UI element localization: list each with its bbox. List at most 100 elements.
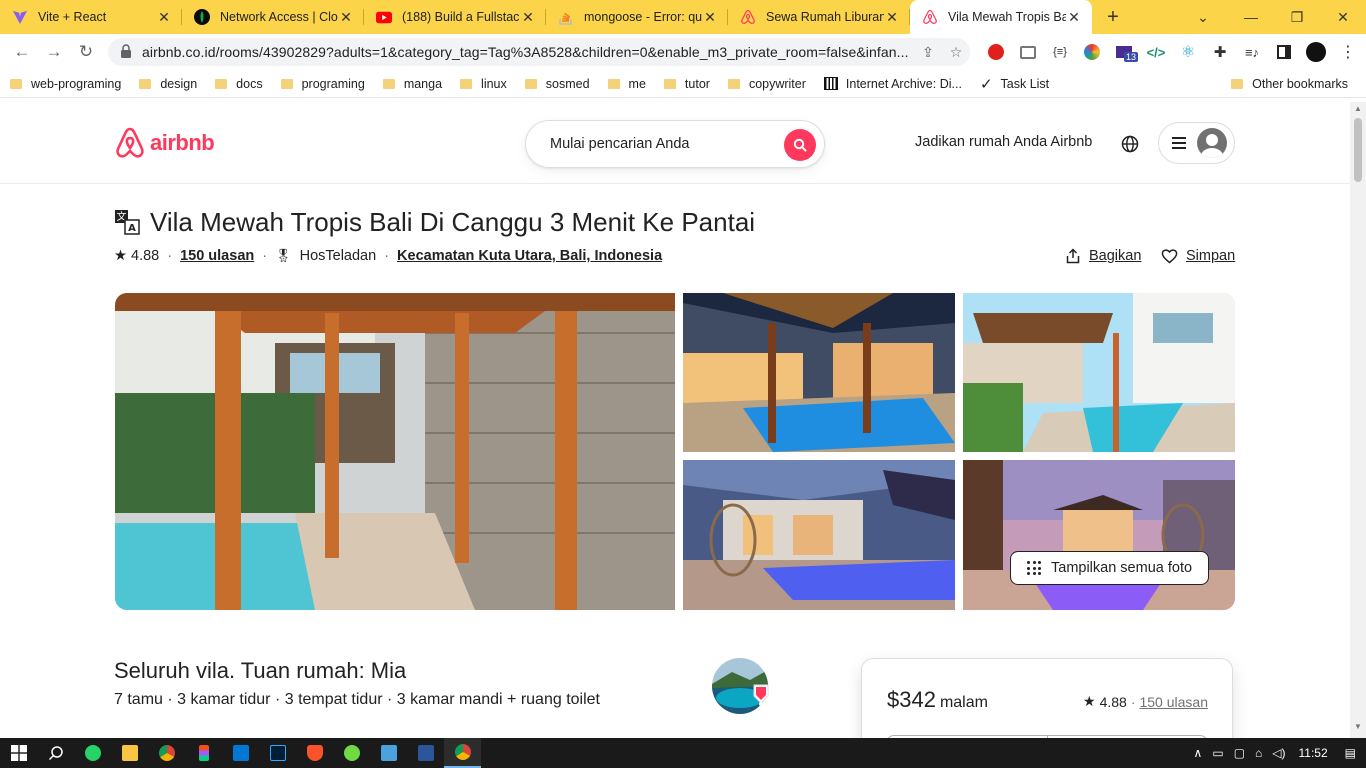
puzzle-extensions-icon[interactable]: ✚ xyxy=(1204,38,1236,66)
airbnb-icon xyxy=(922,9,938,25)
code-ext-icon[interactable]: </> xyxy=(1140,38,1172,66)
airbnb-logo[interactable]: airbnb xyxy=(114,126,215,160)
minimize-button[interactable]: — xyxy=(1228,0,1274,34)
url-text[interactable]: airbnb.co.id/rooms/43902829?adults=1&cat… xyxy=(142,44,914,60)
colorful-ext-icon[interactable] xyxy=(1076,38,1108,66)
json-ext-icon[interactable]: {≡} xyxy=(1044,38,1076,66)
gallery-photo[interactable] xyxy=(683,293,955,452)
chevron-up-icon[interactable]: ∧ xyxy=(1194,746,1203,760)
close-icon[interactable]: ✕ xyxy=(884,9,900,26)
whatsapp-icon[interactable] xyxy=(74,738,111,768)
gallery-photo[interactable] xyxy=(963,293,1235,452)
show-all-photos-button[interactable]: Tampilkan semua foto xyxy=(1010,551,1210,585)
word-icon[interactable] xyxy=(407,738,444,768)
photoshop-icon[interactable] xyxy=(259,738,296,768)
main-photo[interactable] xyxy=(115,293,675,610)
tab-youtube[interactable]: (188) Build a Fullstack ✕ xyxy=(364,0,546,34)
system-tray: ∧ ▭ ▢ ⌂ ◁) 11:52 ▤ xyxy=(1189,738,1366,768)
bookmark-star-icon[interactable]: ☆ xyxy=(942,44,970,61)
tab-search-icon[interactable]: ⌄ xyxy=(1180,0,1226,34)
scrollbar-thumb[interactable] xyxy=(1354,118,1362,182)
address-bar[interactable]: airbnb.co.id/rooms/43902829?adults=1&cat… xyxy=(108,38,970,66)
figma-icon[interactable] xyxy=(185,738,222,768)
forward-button[interactable]: → xyxy=(38,36,70,68)
location-link[interactable]: Kecamatan Kuta Utara, Bali, Indonesia xyxy=(397,248,662,264)
tab-title: Vite + React xyxy=(38,10,107,24)
bookmark-folder[interactable]: programing xyxy=(271,70,371,98)
volume-icon[interactable]: ◁) xyxy=(1272,746,1285,760)
chrome-icon[interactable] xyxy=(148,738,185,768)
globe-icon[interactable] xyxy=(1119,133,1141,155)
other-bookmarks[interactable]: Other bookmarks xyxy=(1221,70,1354,98)
tab-vite[interactable]: Vite + React ✕ xyxy=(0,0,182,34)
bookmark-internet-archive[interactable]: Internet Archive: Di... xyxy=(814,70,968,98)
chrome-active-icon[interactable] xyxy=(444,738,481,768)
folder-icon xyxy=(460,78,473,89)
bookmark-folder[interactable]: me xyxy=(598,70,652,98)
gallery-photo[interactable] xyxy=(963,460,1235,610)
bookmark-folder[interactable]: linux xyxy=(450,70,513,98)
file-explorer-icon[interactable] xyxy=(111,738,148,768)
bookmark-folder[interactable]: web-programing xyxy=(0,70,127,98)
tab-title: Vila Mewah Tropis Bal xyxy=(948,10,1066,24)
network-icon[interactable]: ⌂ xyxy=(1255,746,1262,760)
bookmark-folder[interactable]: manga xyxy=(373,70,448,98)
tab-airbnb-listing[interactable]: Vila Mewah Tropis Bal ✕ xyxy=(910,0,1092,34)
reviews-link[interactable]: 150 ulasan xyxy=(180,248,254,264)
superhost-icon: 🎖 xyxy=(275,248,292,263)
upwork-icon[interactable] xyxy=(333,738,370,768)
new-tab-button[interactable]: + xyxy=(1098,6,1128,29)
notifications-icon[interactable]: ▤ xyxy=(1345,746,1356,760)
tab-airbnb-search[interactable]: Sewa Rumah Liburan ✕ xyxy=(728,0,910,34)
browser-menu-icon[interactable]: ⋮ xyxy=(1332,38,1364,66)
search-bar[interactable]: Mulai pencarian Anda xyxy=(525,120,825,168)
control-panel-icon[interactable] xyxy=(370,738,407,768)
listing-title: Vila Mewah Tropis Bali Di Canggu 3 Menit… xyxy=(150,207,756,237)
react-devtools-icon[interactable]: ⚛ xyxy=(1172,38,1204,66)
side-panel-icon[interactable] xyxy=(1268,38,1300,66)
brave-icon[interactable] xyxy=(296,738,333,768)
graduation-ext-icon[interactable]: 13 xyxy=(1108,38,1140,66)
windows-start-icon[interactable] xyxy=(0,738,37,768)
heart-icon xyxy=(1161,249,1178,264)
screenshot-ext-icon[interactable] xyxy=(1012,38,1044,66)
gallery-photo[interactable] xyxy=(683,460,955,610)
media-control-icon[interactable]: ≡♪ xyxy=(1236,38,1268,66)
become-host-link[interactable]: Jadikan rumah Anda Airbnb xyxy=(915,134,1092,150)
lock-icon[interactable] xyxy=(120,43,132,61)
back-button[interactable]: ← xyxy=(6,36,38,68)
booking-reviews-link[interactable]: 150 ulasan xyxy=(1139,694,1208,710)
page-scrollbar[interactable]: ▲ ▼ xyxy=(1350,102,1366,738)
bookmark-task-list[interactable]: ✓ Task List xyxy=(970,70,1055,98)
search-icon[interactable] xyxy=(37,738,74,768)
save-button[interactable]: Simpan xyxy=(1161,248,1235,264)
display-icon[interactable]: ▢ xyxy=(1234,746,1245,760)
bookmark-folder[interactable]: sosmed xyxy=(515,70,596,98)
restore-button[interactable]: ❐ xyxy=(1274,0,1320,34)
battery-icon[interactable]: ▭ xyxy=(1212,746,1223,760)
reload-button[interactable]: ↻ xyxy=(70,36,102,68)
tab-stackoverflow[interactable]: mongoose - Error: que ✕ xyxy=(546,0,728,34)
folder-icon xyxy=(524,78,537,89)
adblock-icon[interactable] xyxy=(980,38,1012,66)
close-icon[interactable]: ✕ xyxy=(338,9,354,26)
bookmark-folder[interactable]: design xyxy=(129,70,203,98)
bookmark-folder[interactable]: copywriter xyxy=(718,70,812,98)
close-icon[interactable]: ✕ xyxy=(156,9,172,26)
bookmark-folder[interactable]: tutor xyxy=(654,70,716,98)
close-window-button[interactable]: ✕ xyxy=(1320,0,1366,34)
share-page-icon[interactable]: ⇪ xyxy=(914,44,942,61)
vscode-icon[interactable] xyxy=(222,738,259,768)
youtube-icon xyxy=(376,9,392,25)
clock[interactable]: 11:52 xyxy=(1299,746,1328,760)
close-icon[interactable]: ✕ xyxy=(1066,9,1082,26)
search-button[interactable] xyxy=(784,129,816,161)
user-menu-button[interactable] xyxy=(1158,122,1235,164)
close-icon[interactable]: ✕ xyxy=(520,9,536,26)
close-icon[interactable]: ✕ xyxy=(702,9,718,26)
bookmark-folder[interactable]: docs xyxy=(205,70,268,98)
rating-value: 4.88 xyxy=(131,248,160,264)
share-button[interactable]: Bagikan xyxy=(1065,248,1141,264)
tab-mongodb[interactable]: Network Access | Clou ✕ xyxy=(182,0,364,34)
profile-avatar[interactable] xyxy=(1300,38,1332,66)
